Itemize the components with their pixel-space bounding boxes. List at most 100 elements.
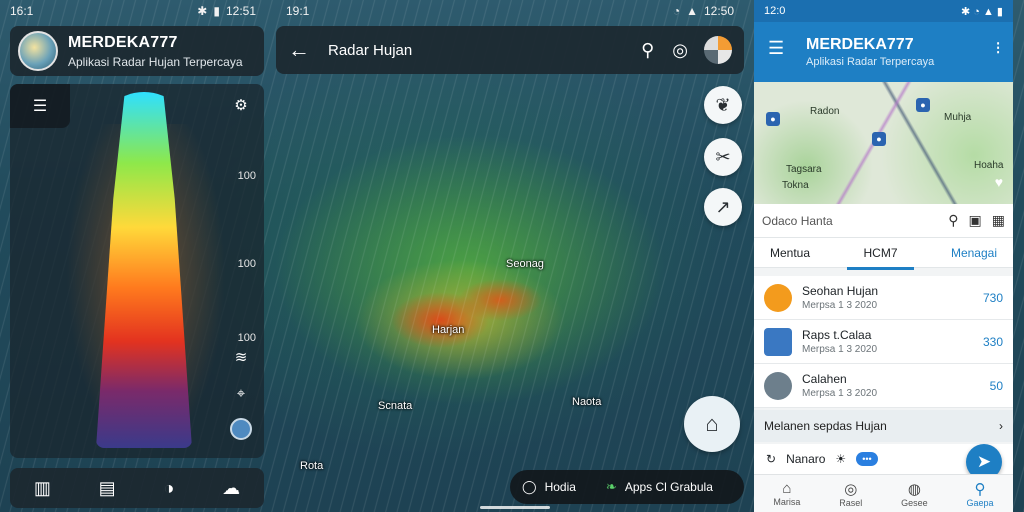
search-input[interactable]: Odaco Hanta	[762, 214, 938, 228]
image-icon[interactable]: ▣	[969, 212, 982, 229]
badge: •••	[856, 452, 878, 466]
left-app-header: MERDEKA777 Aplikasi Radar Hujan Terperca…	[10, 26, 264, 76]
legend-value-low: 100	[237, 332, 256, 344]
item-name: Calahen	[802, 372, 847, 386]
legend-value-high: 100	[237, 170, 256, 182]
bottom-link-1[interactable]: Hodia	[545, 480, 576, 494]
map-label: Scnata	[378, 400, 413, 412]
nav-radar[interactable]: ◎ Rasel	[839, 480, 862, 508]
tab-mentua[interactable]: Mentua	[770, 246, 810, 260]
compass-button[interactable]: ⌂	[684, 396, 740, 452]
right-status-icons: ✱ ◔ ▲ ▮	[961, 5, 1003, 18]
cloud-icon[interactable]: ☁	[222, 478, 240, 499]
chevron-right-icon: ›	[999, 419, 1003, 433]
map-label: Hoaha	[974, 160, 1004, 171]
search-bar[interactable]: Odaco Hanta ⚲ ▣ ▦	[754, 204, 1013, 238]
tab-hcm7[interactable]: HCM7	[847, 246, 914, 270]
search-icon[interactable]: ⚲	[948, 212, 958, 229]
app-title: MERDEKA777	[68, 33, 178, 51]
settings-gear-icon[interactable]: ⚙	[230, 94, 252, 116]
favorite-icon[interactable]: ♥	[995, 174, 1003, 190]
bottom-link-2[interactable]: Apps Cl Grabula	[625, 480, 713, 494]
row-text: Nanaro	[786, 452, 826, 466]
center-bottom-bar: ◯ Hodia ❧ Apps Cl Grabula	[510, 470, 744, 504]
search-icon: ⚲	[974, 480, 986, 498]
center-status-bar: 19:1 ◔ ▲ 12:50	[276, 0, 744, 22]
right-status-time: 12:0	[764, 5, 786, 17]
home-indicator[interactable]	[480, 506, 550, 509]
bars-icon[interactable]: ▥	[34, 478, 51, 499]
item-sub: Merpsa 1 3 2020	[802, 344, 878, 355]
person-avatar-icon	[764, 371, 792, 400]
map-label: Naota	[572, 396, 602, 408]
globe-icon: ◍	[907, 480, 921, 498]
right-status-bar: 12:0 ✱ ◔ ▲ ▮	[754, 0, 1013, 22]
locate-icon[interactable]: ◎	[672, 40, 688, 61]
app-subtitle: Aplikasi Radar Terpercaya	[806, 56, 935, 68]
item-value: 50	[989, 378, 1003, 393]
sun-icon	[764, 283, 792, 312]
bluetooth-icon: ✱	[197, 4, 208, 18]
list-item[interactable]: Seohan Hujan Merpsa 1 3 2020 730	[754, 276, 1013, 320]
refresh-icon: ↻	[766, 452, 777, 466]
globe-icon[interactable]	[230, 418, 252, 440]
tools-button[interactable]: ✂	[704, 138, 742, 176]
item-value: 730	[982, 290, 1003, 305]
tab-bar: Mentua HCM7 Menagai	[754, 238, 1013, 270]
hamburger-icon[interactable]: ☰	[768, 38, 784, 59]
left-bottom-toolbar: ▥ ▤ ◑ ☁	[10, 468, 264, 508]
left-status-right: 12:51	[225, 4, 256, 18]
app-title: MERDEKA777	[806, 36, 914, 53]
map-label: Seonag	[506, 258, 544, 270]
nav-globe[interactable]: ◍ Gesee	[901, 480, 928, 508]
search-icon[interactable]: ⚲	[641, 40, 654, 61]
location-icon[interactable]: ⌖	[230, 382, 252, 404]
center-top-bar: ← Radar Hujan ⚲ ◎	[276, 26, 744, 74]
avatar[interactable]	[18, 31, 58, 71]
grid-icon[interactable]: ▦	[992, 212, 1005, 229]
item-name: Raps t.Calaa	[802, 328, 872, 342]
mini-map[interactable]: ● ● ● Radon Muhja Hoaha Tagsara Tokna ♥	[754, 82, 1013, 204]
list-item[interactable]: Calahen Merpsa 1 3 2020 50	[754, 364, 1013, 408]
wind-icon[interactable]: ≋	[230, 346, 252, 368]
radar-icon: ◎	[844, 480, 858, 498]
map-pin-icon[interactable]: ●	[872, 132, 886, 146]
map-icon	[764, 327, 792, 356]
home-icon: ⌂	[782, 480, 792, 497]
back-arrow-icon[interactable]: ←	[288, 37, 310, 63]
section-header[interactable]: Melanen sepdas Hujan ›	[754, 410, 1013, 442]
map-pin-icon[interactable]: ●	[766, 112, 780, 126]
leaf-icon: ❧	[605, 479, 617, 494]
legend-panel: ☰ ⚙ 100 100 100 ≋ ⌖	[10, 84, 264, 458]
station-list: Seohan Hujan Merpsa 1 3 2020 730 Raps t.…	[754, 276, 1013, 408]
legend-value-mid: 100	[237, 258, 256, 270]
section-title: Melanen sepdas Hujan	[764, 419, 887, 433]
layers-menu-button[interactable]: ☰	[10, 84, 70, 128]
map-label: Rota	[300, 460, 324, 472]
tab-menagai[interactable]: Menagai	[951, 246, 997, 260]
item-sub: Merpsa 1 3 2020	[802, 388, 878, 399]
profile-avatar[interactable]	[704, 36, 732, 64]
map-pin-icon[interactable]: ●	[916, 98, 930, 112]
left-status-bar: 16:1 ✱ ▮ 12:51	[0, 0, 266, 22]
bottom-nav: ⌂ Marisa ◎ Rasel ◍ Gesee ⚲ Gaepa	[754, 474, 1013, 512]
share-button[interactable]: ↗	[704, 188, 742, 226]
info-icon[interactable]: ◑	[163, 478, 174, 499]
nav-home[interactable]: ⌂ Marisa	[773, 480, 800, 507]
leaf-layer-button[interactable]: ❦	[704, 86, 742, 124]
right-screen: 12:0 ✱ ◔ ▲ ▮ ☰ MERDEKA777 Aplikasi Radar…	[754, 0, 1013, 512]
battery-icon: ▮	[213, 4, 220, 18]
center-status-right: 12:50	[703, 4, 734, 18]
signal-icon: ▲	[686, 4, 698, 18]
weather-icon: ☀	[835, 452, 847, 466]
right-app-header: ☰ MERDEKA777 Aplikasi Radar Terpercaya ⁝	[754, 22, 1013, 82]
more-vert-icon[interactable]: ⁝	[995, 38, 1001, 59]
map-label: Harjan	[432, 324, 465, 336]
document-icon[interactable]: ▤	[99, 478, 116, 499]
item-sub: Merpsa 1 3 2020	[802, 300, 878, 311]
item-value: 330	[982, 334, 1003, 349]
page-title: Radar Hujan	[328, 41, 413, 59]
nav-search[interactable]: ⚲ Gaepa	[967, 480, 994, 508]
list-item[interactable]: Raps t.Calaa Merpsa 1 3 2020 330	[754, 320, 1013, 364]
map-label: Tagsara	[786, 164, 822, 175]
